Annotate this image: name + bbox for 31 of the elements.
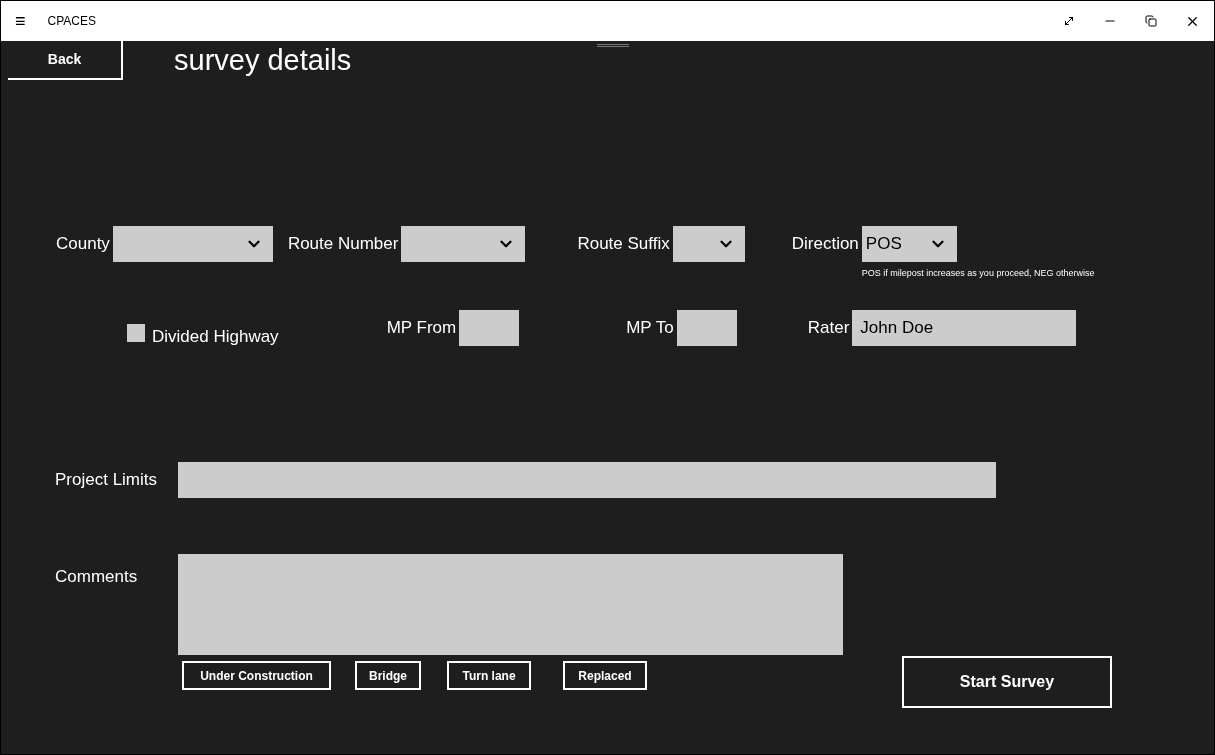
field-label: County: [56, 233, 110, 255]
fullscreen-icon[interactable]: [1063, 15, 1075, 27]
tag-button[interactable]: Bridge: [355, 661, 421, 690]
dropdown[interactable]: POS: [861, 226, 957, 262]
input-field[interactable]: John Doe: [852, 309, 1077, 346]
back-button[interactable]: Back: [8, 40, 123, 80]
field-label: Route Suffix: [577, 233, 670, 255]
field-label: MP From: [386, 316, 457, 339]
input-field[interactable]: [459, 309, 520, 346]
field-label: Route Number: [287, 233, 399, 255]
checkbox[interactable]: [127, 324, 145, 343]
field-label: MP To: [626, 316, 674, 339]
tag-button[interactable]: Turn lane: [447, 661, 531, 690]
dropdown[interactable]: [672, 226, 745, 262]
tag-button[interactable]: Replaced: [563, 661, 647, 690]
page-heading: survey details: [174, 43, 352, 78]
field-label: Rater: [807, 316, 850, 339]
menu-icon[interactable]: ≡: [15, 7, 26, 35]
tag-button[interactable]: Under Construction: [182, 661, 331, 690]
field-label: Direction: [791, 233, 859, 255]
window-title: CPACES: [47, 13, 96, 30]
drag-handle-icon[interactable]: [597, 44, 629, 47]
input-field[interactable]: [178, 462, 996, 498]
hint-text: POS if milepost increases as you proceed, NEG otherwise: [861, 267, 1095, 280]
restore-icon[interactable]: [1145, 15, 1157, 27]
start-survey-button[interactable]: Start Survey: [902, 656, 1112, 708]
field-label: Comments: [55, 566, 139, 588]
input-field[interactable]: [676, 309, 737, 346]
field-label: Project Limits: [55, 469, 159, 491]
comments-field[interactable]: [178, 554, 843, 655]
checkbox-label: Divided Highway: [152, 325, 279, 348]
